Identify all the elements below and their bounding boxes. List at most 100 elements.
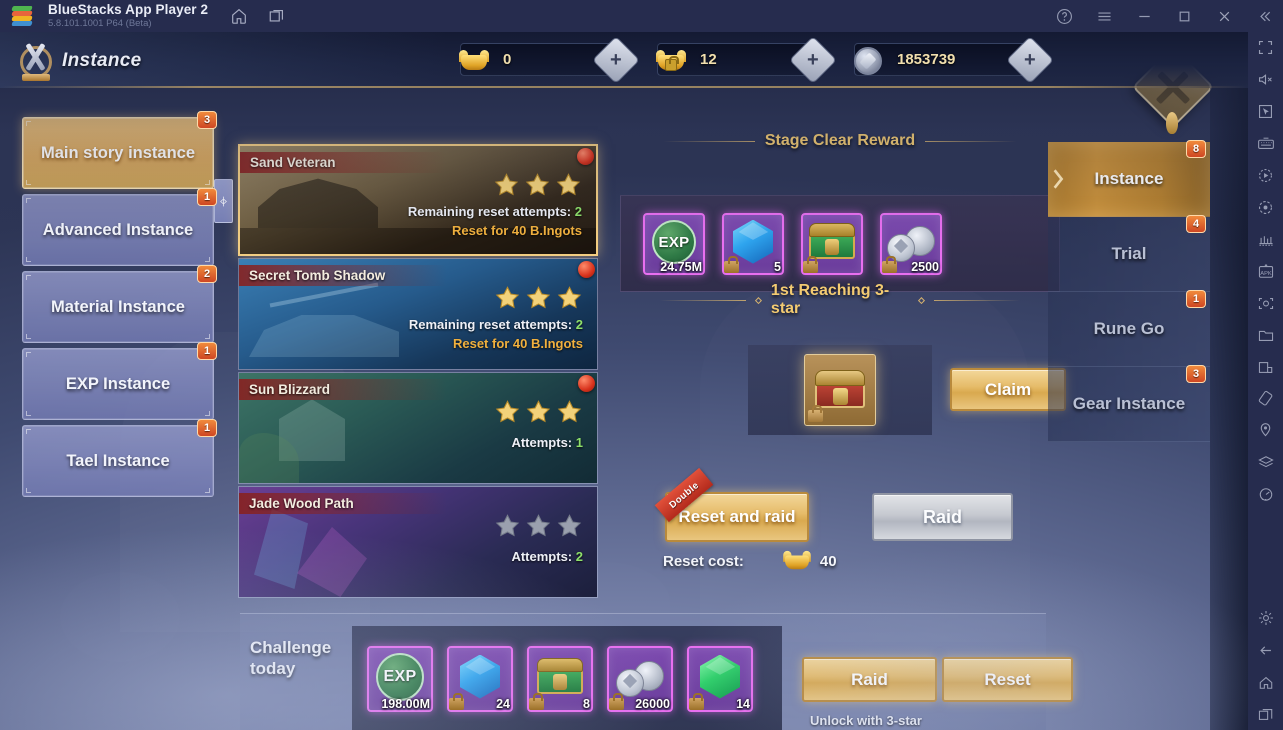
category-advanced-instance[interactable]: Advanced Instance 1	[22, 188, 217, 266]
star-filled-icon	[525, 285, 552, 311]
collapse-icon[interactable]	[1249, 1, 1279, 31]
category-label: Main story instance	[40, 143, 196, 162]
maximize-icon[interactable]	[1169, 1, 1199, 31]
right-nav-badge: 3	[1186, 365, 1206, 383]
mute-icon[interactable]	[1248, 64, 1283, 96]
right-nav-instance[interactable]: Instance 8	[1048, 140, 1210, 217]
back-icon[interactable]	[1248, 634, 1283, 666]
category-list: Main story instance 3 Advanced Instance …	[22, 111, 217, 502]
challenge-item-exp[interactable]: EXP 198.00M	[367, 645, 433, 712]
reset-and-raid-label: Reset and raid	[678, 507, 796, 526]
media-folder-icon[interactable]	[1248, 319, 1283, 351]
challenge-raid-button[interactable]: Raid	[802, 657, 937, 702]
lock-icon	[529, 692, 544, 710]
reward-item-exp[interactable]: EXP 24.75M	[643, 212, 705, 275]
page-title: Instance	[62, 50, 142, 71]
stage-reset-cost: Reset for 40 B.Ingots	[451, 223, 582, 238]
challenge-item-green-gem[interactable]: 14	[687, 645, 753, 712]
challenge-reward-list: EXP 198.00M 24 8 26000 14	[352, 626, 782, 730]
page-title-block: Instance	[14, 38, 186, 84]
stage-name-band: Jade Wood Path	[239, 493, 447, 514]
reward-item-blue-gem[interactable]: 5	[722, 212, 784, 275]
right-nav-rune-go[interactable]: Rune Go 1	[1048, 290, 1210, 367]
stage-card-sand-veteran[interactable]: Sand Veteran Remaining reset attempts: 2…	[238, 144, 598, 256]
category-label: Advanced Instance	[42, 220, 194, 239]
macro-play-icon[interactable]	[1248, 160, 1283, 192]
tilt-icon[interactable]	[1248, 383, 1283, 415]
copy-icon[interactable]	[1248, 351, 1283, 383]
currency-bound-ingot: 0 +	[459, 35, 641, 85]
minimize-icon[interactable]	[1129, 1, 1159, 31]
category-exp-instance[interactable]: EXP Instance 1	[22, 342, 217, 420]
stage-attempt-label: Attempts:	[511, 549, 573, 564]
help-icon[interactable]	[1049, 1, 1079, 31]
home-nav-icon[interactable]	[1248, 666, 1283, 698]
category-main-story-instance[interactable]: Main story instance 3	[22, 111, 217, 189]
record-icon[interactable]	[1248, 192, 1283, 224]
category-badge: 1	[197, 342, 217, 360]
challenge-item-green-chest[interactable]: 8	[527, 645, 593, 712]
install-apk-icon[interactable]: APK	[1248, 255, 1283, 287]
stage-name: Sun Blizzard	[249, 382, 331, 397]
reset-cost-value: 40	[819, 552, 837, 570]
stage-card-sun-blizzard[interactable]: Sun Blizzard Attempts: 1	[238, 372, 598, 484]
stage-card-secret-tomb-shadow[interactable]: Secret Tomb Shadow Remaining reset attem…	[238, 258, 598, 370]
raid-button[interactable]: Raid	[872, 493, 1013, 541]
plus-icon: +	[1024, 49, 1036, 71]
settings-icon[interactable]	[1248, 602, 1283, 634]
challenge-reset-button[interactable]: Reset	[942, 657, 1073, 702]
section-title-text: Stage Clear Reward	[764, 132, 916, 149]
stage-card-list: Sand Veteran Remaining reset attempts: 2…	[238, 144, 600, 600]
challenge-item-blue-gem[interactable]: 24	[447, 645, 513, 712]
close-icon[interactable]	[1209, 1, 1239, 31]
star-filled-icon	[525, 399, 552, 425]
star-empty-icon	[525, 513, 552, 539]
category-material-instance[interactable]: Material Instance 2	[22, 265, 217, 343]
challenge-qty: 8	[583, 696, 590, 711]
stage-card-jade-wood-path[interactable]: Jade Wood Path Attempts: 2	[238, 486, 598, 598]
cursor-icon[interactable]	[1248, 96, 1283, 128]
stage-meta: Attempts: 1	[511, 435, 583, 450]
window-controls	[1049, 0, 1279, 32]
right-nav-trial[interactable]: Trial 4	[1048, 215, 1210, 292]
home-icon[interactable]	[230, 7, 248, 25]
multi-instance-icon[interactable]	[268, 7, 286, 25]
menu-icon[interactable]	[1089, 1, 1119, 31]
green-chest-icon	[535, 657, 585, 700]
stage-name: Sand Veteran	[250, 155, 336, 170]
bluestacks-app-title: BlueStacks App Player 2	[48, 2, 209, 18]
blue-gem-icon	[733, 219, 773, 264]
claim-label: Claim	[984, 379, 1032, 399]
silver-coin-icon	[845, 46, 891, 75]
currency-silver-coin: 1853739 +	[854, 35, 1055, 85]
category-label: Tael Instance	[66, 451, 170, 470]
recents-icon[interactable]	[1248, 698, 1283, 730]
right-nav-badge: 8	[1186, 140, 1206, 158]
bluestacks-titlebar-icons	[230, 7, 286, 25]
gauge-icon[interactable]	[1248, 479, 1283, 511]
multi-instance-manager-icon[interactable]	[1248, 223, 1283, 255]
screenshot-icon[interactable]	[1248, 287, 1283, 319]
stage-attempt-label: Remaining reset attempts:	[408, 317, 573, 332]
reward-item-green-chest[interactable]	[801, 212, 863, 275]
challenge-item-silver-coins[interactable]: 26000	[607, 645, 673, 712]
category-badge: 1	[197, 419, 217, 437]
fullscreen-icon[interactable]	[1248, 32, 1283, 64]
location-icon[interactable]	[1248, 415, 1283, 447]
reward-item-silver-coins[interactable]: 2500	[880, 212, 942, 275]
category-tael-instance[interactable]: Tael Instance 1	[22, 419, 217, 497]
challenge-qty: 26000	[635, 696, 670, 711]
layers-icon[interactable]	[1248, 447, 1283, 479]
right-nav-gear-instance[interactable]: Gear Instance 3	[1048, 365, 1210, 442]
exp-orb-icon: EXP	[652, 220, 696, 265]
unlock-note: Unlock with 3-star	[810, 713, 922, 728]
star-filled-icon	[556, 285, 583, 311]
stage-clear-reward-title: Stage Clear Reward	[660, 132, 1020, 150]
keyboard-icon[interactable]	[1248, 128, 1283, 160]
blue-gem-icon	[460, 654, 500, 699]
stage-attempt-value: 2	[574, 204, 582, 219]
currency-value: 12	[700, 51, 717, 68]
red-gold-chest-icon[interactable]	[804, 354, 876, 426]
lock-icon	[609, 692, 624, 710]
reset-and-raid-button[interactable]: Reset and raid Double	[654, 467, 809, 542]
